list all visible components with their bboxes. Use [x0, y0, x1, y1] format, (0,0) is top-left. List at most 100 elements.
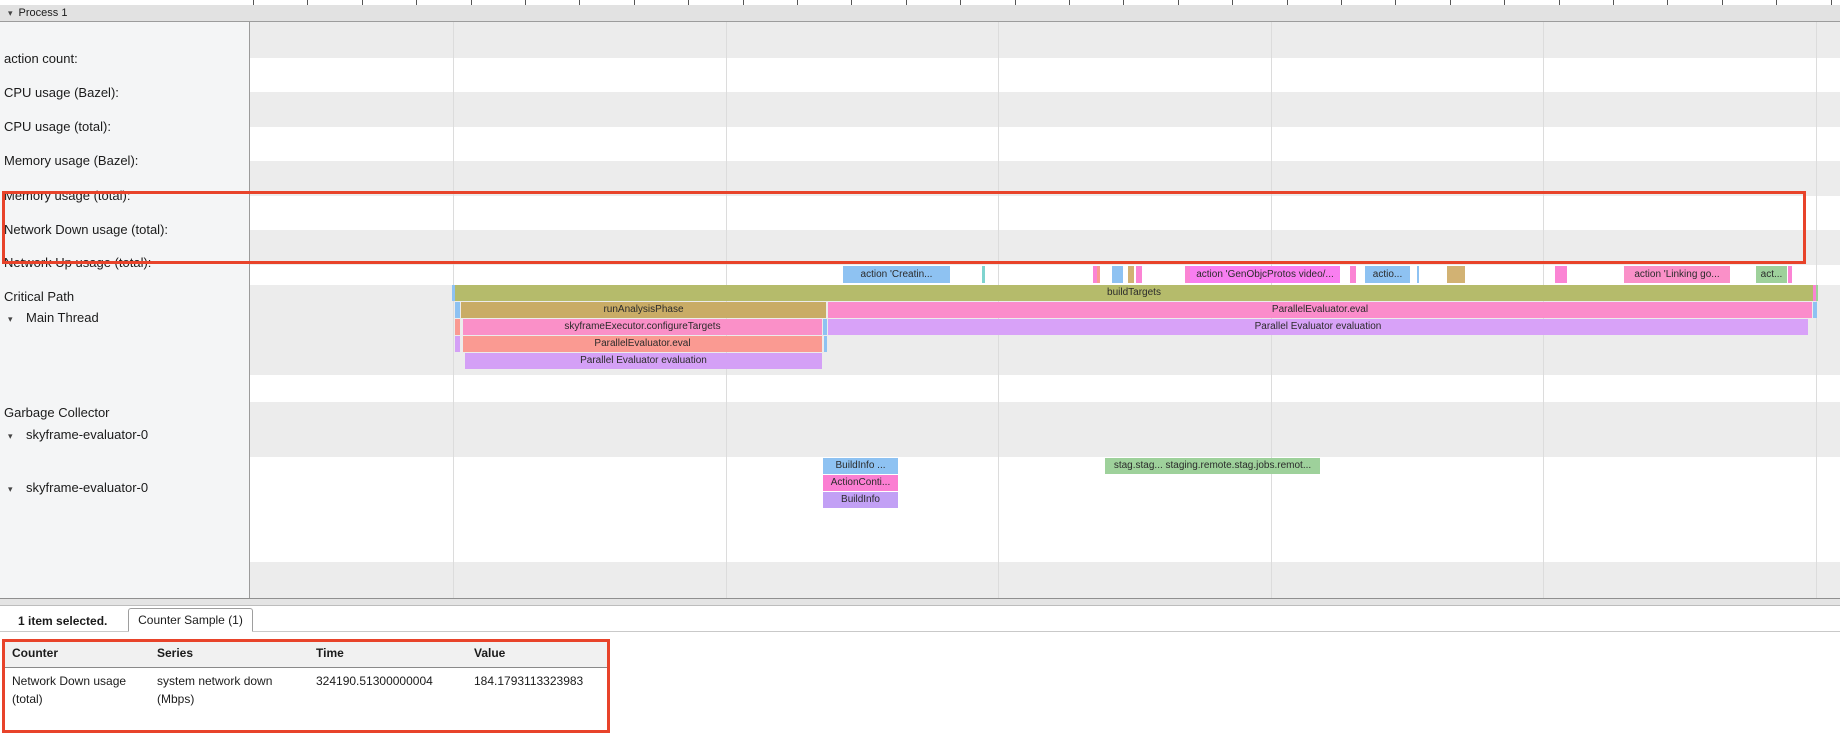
track-label: Memory usage (Bazel):: [4, 153, 138, 168]
track-row-bg-12: [250, 562, 1840, 598]
track-label: CPU usage (total):: [4, 119, 111, 134]
slice-sliver[interactable]: [1350, 266, 1356, 283]
ruler-tick: [471, 0, 472, 5]
panel-divider[interactable]: [0, 598, 1840, 606]
slice-actionconti[interactable]: ActionConti...: [823, 475, 898, 491]
ruler-tick: [1232, 0, 1233, 5]
sidebar-track-critical-path[interactable]: Critical Path: [0, 288, 252, 305]
ruler-tick: [743, 0, 744, 5]
col-header-value[interactable]: Value: [474, 646, 505, 660]
ruler-tick: [960, 0, 961, 5]
col-header-counter[interactable]: Counter: [12, 646, 58, 660]
expander-icon[interactable]: ▾: [0, 428, 26, 443]
slice-sliver[interactable]: [455, 319, 460, 335]
track-label: Main Thread: [26, 310, 99, 325]
slice-parallel-evaluator-evaluation[interactable]: Parallel Evaluator evaluation: [828, 319, 1808, 335]
track-label: CPU usage (Bazel):: [4, 85, 119, 100]
expander-icon[interactable]: ▾: [0, 311, 26, 326]
slice-act[interactable]: act...: [1756, 266, 1787, 283]
cell-value: 184.1793113323983: [474, 672, 604, 690]
sidebar-track-memory-usage-total[interactable]: Memory usage (total):: [0, 187, 252, 204]
slice-buildinfo[interactable]: BuildInfo: [823, 492, 898, 508]
track-label: Network Down usage (total):: [4, 222, 168, 237]
slice-parallelevaluator-eval[interactable]: ParallelEvaluator.eval: [463, 336, 822, 352]
track-row-bg-1: [250, 58, 1840, 92]
slice-skyframeexecutor-configuretargets[interactable]: skyframeExecutor.configureTargets: [463, 319, 822, 335]
track-label: Critical Path: [4, 289, 74, 304]
slice-action-linking-go[interactable]: action 'Linking go...: [1624, 266, 1730, 283]
track-row-bg-10: [250, 402, 1840, 457]
process-title: Process 1: [19, 7, 68, 19]
sidebar-track-cpu-usage-total[interactable]: CPU usage (total):: [0, 118, 252, 135]
slice-action-creatin[interactable]: action 'Creatin...: [843, 266, 950, 283]
slice-actio[interactable]: actio...: [1365, 266, 1410, 283]
collapse-icon[interactable]: ▾: [8, 8, 13, 18]
track-row-bg-7: [250, 265, 1840, 285]
slice-parallel-evaluator-evaluation[interactable]: Parallel Evaluator evaluation: [465, 353, 822, 369]
details-panel: 1 item selected. Counter Sample (1) Coun…: [0, 606, 1840, 742]
ruler-tick: [797, 0, 798, 5]
ruler-tick: [362, 0, 363, 5]
sidebar-track-network-up-usage-total[interactable]: Network Up usage (total):: [0, 254, 252, 271]
sidebar-track-network-down-usage-total[interactable]: Network Down usage (total):: [0, 221, 252, 238]
slice-sliver[interactable]: [455, 336, 460, 352]
col-header-time[interactable]: Time: [316, 646, 344, 660]
sidebar-track-main-thread[interactable]: ▾Main Thread: [0, 309, 248, 326]
slice-sliver[interactable]: [982, 266, 985, 283]
selection-status: 1 item selected.: [18, 610, 107, 632]
ruler-tick: [579, 0, 580, 5]
ruler-tick: [1069, 0, 1070, 5]
slice-stag-stag-staging-remote-stag-jobs-remot[interactable]: stag.stag... staging.remote.stag.jobs.re…: [1105, 458, 1320, 474]
ruler-tick: [1831, 0, 1832, 5]
sidebar-track-garbage-collector[interactable]: Garbage Collector: [0, 404, 252, 421]
slice-sliver[interactable]: [1128, 266, 1134, 283]
sidebar-track-action-count[interactable]: action count:: [0, 50, 252, 67]
slice-sliver[interactable]: [1417, 266, 1419, 283]
process-group-header[interactable]: ▾ Process 1: [0, 5, 1840, 22]
ruler-tick: [416, 0, 417, 5]
track-row-bg-9: [250, 375, 1840, 402]
track-label: Memory usage (total):: [4, 188, 130, 203]
slice-buildtargets[interactable]: buildTargets: [455, 285, 1813, 301]
ruler-tick: [1287, 0, 1288, 5]
slice-action-genobjcprotos-video[interactable]: action 'GenObjcProtos video/...: [1190, 266, 1340, 283]
ruler-tick: [688, 0, 689, 5]
track-row-bg-2: [250, 92, 1840, 127]
trace-viewer: ▾ Process 1 action count: CPU usage (Bazel…: [0, 0, 1840, 742]
gridline-0: [453, 22, 454, 598]
slice-parallelevaluator-eval[interactable]: ParallelEvaluator.eval: [828, 302, 1812, 318]
slice-sliver[interactable]: [1112, 266, 1123, 283]
slice-sliver[interactable]: [1447, 266, 1465, 283]
slice-sliver[interactable]: [1097, 266, 1100, 283]
track-row-bg-11: [250, 457, 1840, 562]
expander-icon[interactable]: ▾: [0, 481, 26, 496]
col-header-series[interactable]: Series: [157, 646, 193, 660]
ruler-tick: [634, 0, 635, 5]
tab-counter-sample[interactable]: Counter Sample (1): [128, 608, 253, 632]
slice-sliver[interactable]: [823, 319, 827, 335]
slice-sliver[interactable]: [1136, 266, 1142, 283]
ruler-tick: [1178, 0, 1179, 5]
ruler-tick: [1450, 0, 1451, 5]
cell-series: system network down (Mbps): [157, 672, 289, 708]
sidebar-track-memory-usage-bazel[interactable]: Memory usage (Bazel):: [0, 152, 252, 169]
track-label: Garbage Collector: [4, 405, 110, 420]
slice-sliver[interactable]: [1788, 266, 1792, 283]
tab-strip-border: [0, 631, 1840, 632]
sidebar-track-skyframe-evaluator-0[interactable]: ▾skyframe-evaluator-0: [0, 426, 248, 443]
slice-sliver[interactable]: [455, 302, 460, 318]
ruler-tick: [307, 0, 308, 5]
slice-sliver[interactable]: [1813, 302, 1817, 318]
ruler-tick: [1722, 0, 1723, 5]
slice-buildinfo[interactable]: BuildInfo ...: [823, 458, 898, 474]
table-header-row: [2, 642, 608, 668]
ruler-tick: [851, 0, 852, 5]
sidebar-track-cpu-usage-bazel[interactable]: CPU usage (Bazel):: [0, 84, 252, 101]
slice-sliver[interactable]: [824, 336, 827, 352]
track-row-bg-4: [250, 161, 1840, 196]
slice-sliver[interactable]: [1555, 266, 1567, 283]
sidebar-track-skyframe-evaluator-0[interactable]: ▾skyframe-evaluator-0: [0, 479, 248, 496]
track-row-bg-0: [250, 22, 1840, 58]
slice-runanalysisphase[interactable]: runAnalysisPhase: [461, 302, 826, 318]
slice-sliver[interactable]: [1816, 285, 1818, 301]
